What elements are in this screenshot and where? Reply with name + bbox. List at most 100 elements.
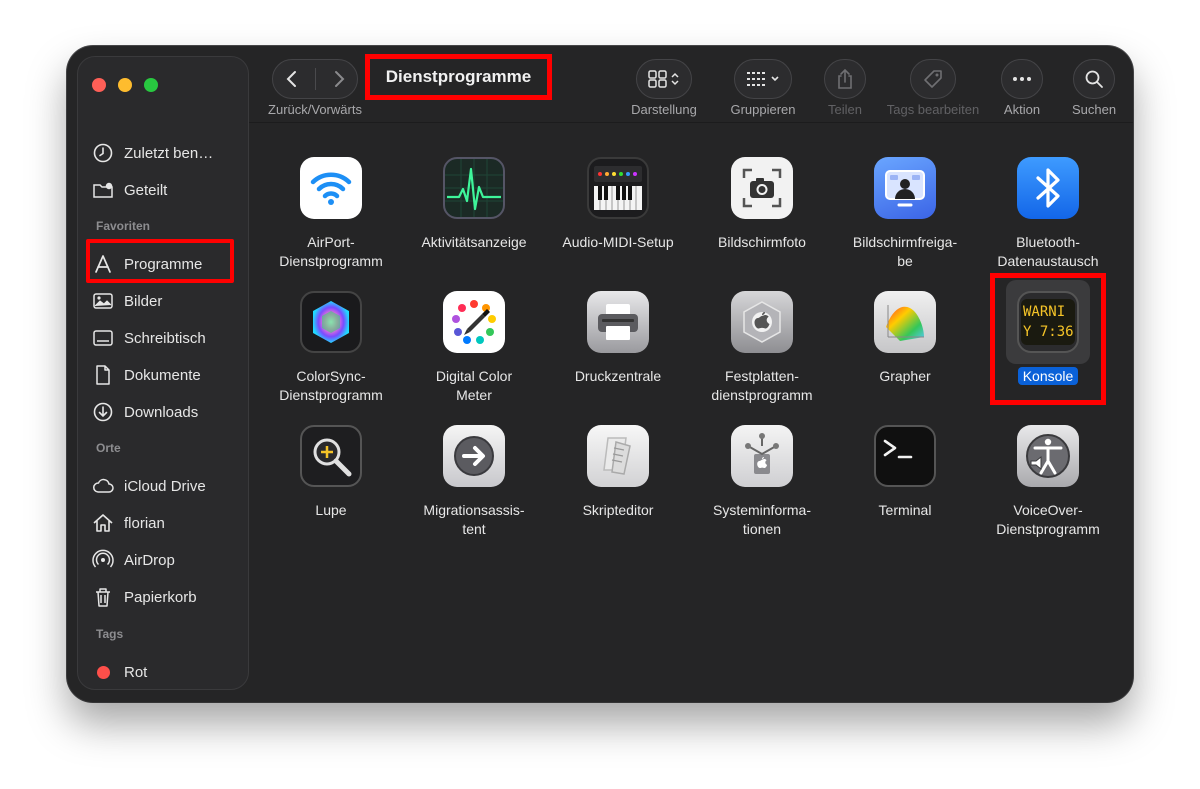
app-label-line1: Skripteditor xyxy=(582,502,654,518)
app-label-line1: Systeminforma- xyxy=(712,502,812,518)
programme-highlight-box xyxy=(86,239,234,283)
system-info-icon xyxy=(731,425,793,487)
red-tag-dot xyxy=(97,665,110,679)
app-label-line1: Digital Color xyxy=(435,368,513,384)
chevron-right-icon[interactable] xyxy=(332,70,346,88)
app-label-line1: Bluetooth- xyxy=(1016,234,1080,250)
bluetooth-icon xyxy=(1017,157,1079,219)
app-script-editor[interactable]: Skripteditor xyxy=(553,425,683,520)
sidebar-item-airdrop[interactable]: AirDrop xyxy=(90,545,240,575)
app-label-line2: Dienstprogramm xyxy=(279,253,383,269)
finder-window: Zuletzt ben… Geteilt Favoriten Programme… xyxy=(67,46,1133,702)
desktop-icon xyxy=(90,326,116,350)
app-label-line2: Datenaustausch xyxy=(997,253,1099,269)
download-icon xyxy=(90,400,116,424)
sidebar-item-label: Rot xyxy=(124,663,148,681)
app-label-line1: Migrationsassis- xyxy=(423,502,525,518)
sidebar-item-label: Bilder xyxy=(124,292,163,310)
app-label-line2: be xyxy=(897,253,913,269)
app-magnifier[interactable]: Lupe xyxy=(266,425,396,520)
close-window-button[interactable] xyxy=(92,78,106,92)
sidebar: Zuletzt ben… Geteilt Favoriten Programme… xyxy=(77,56,249,690)
window-title: Dienstprogramme xyxy=(365,54,552,100)
group-icon xyxy=(747,72,779,86)
app-screenshot[interactable]: Bildschirmfoto xyxy=(697,157,827,252)
sidebar-item-label: Schreibtisch xyxy=(124,329,206,347)
grid-view-icon xyxy=(648,70,679,88)
view-label: Darstellung xyxy=(631,102,697,117)
app-system-information[interactable]: Systeminforma-tionen xyxy=(697,425,827,539)
chevron-left-icon[interactable] xyxy=(285,70,299,88)
sidebar-item-label: Papierkorb xyxy=(124,588,197,606)
action-label: Aktion xyxy=(1003,102,1041,117)
action-button[interactable] xyxy=(1001,59,1043,99)
app-label-line2: tent xyxy=(462,521,486,537)
sidebar-item-label: iCloud Drive xyxy=(124,477,206,495)
trash-icon xyxy=(90,585,116,609)
sidebar-item-downloads[interactable]: Downloads xyxy=(90,397,240,427)
share-label: Teilen xyxy=(828,102,862,117)
magnifier-icon xyxy=(300,425,362,487)
app-label-line1: Terminal xyxy=(878,502,932,518)
app-terminal[interactable]: Terminal xyxy=(840,425,970,520)
app-label-line2: Dienstprogramm xyxy=(279,387,383,403)
app-label-line1: VoiceOver- xyxy=(1013,502,1083,518)
back-forward-control[interactable] xyxy=(272,59,358,99)
app-disk-utility[interactable]: Festplatten-dienstprogramm xyxy=(697,291,827,405)
sidebar-item-papierkorb[interactable]: Papierkorb xyxy=(90,582,240,612)
minimize-window-button[interactable] xyxy=(118,78,132,92)
nav-label: Zurück/Vorwärts xyxy=(268,102,362,117)
wifi-icon xyxy=(300,157,362,219)
clock-icon xyxy=(90,141,116,165)
app-voiceover-utility[interactable]: VoiceOver- Dienstprogramm xyxy=(983,425,1113,539)
airdrop-icon xyxy=(90,548,116,572)
sidebar-item-shared[interactable]: Geteilt xyxy=(90,175,240,205)
app-print-center[interactable]: Druckzentrale xyxy=(553,291,683,386)
sidebar-item-label: florian xyxy=(124,514,165,532)
app-label-line1: Grapher xyxy=(879,368,931,384)
app-label-line1: Bildschirmfreiga- xyxy=(852,234,958,250)
tag-icon xyxy=(924,70,942,88)
zoom-window-button[interactable] xyxy=(144,78,158,92)
app-activity-monitor[interactable]: Aktivitätsanzeige xyxy=(409,157,539,252)
sidebar-item-schreibtisch[interactable]: Schreibtisch xyxy=(90,323,240,353)
app-migration-assistant[interactable]: Migrationsassis-tent xyxy=(409,425,539,539)
app-screen-sharing[interactable]: Bildschirmfreiga-be xyxy=(840,157,970,271)
app-airport-utility[interactable]: AirPort- Dienstprogramm xyxy=(266,157,396,271)
search-icon xyxy=(1085,70,1103,88)
sidebar-item-home[interactable]: florian xyxy=(90,508,240,538)
sidebar-item-icloud-drive[interactable]: iCloud Drive xyxy=(90,471,240,501)
tags-section-title: Tags xyxy=(96,627,124,641)
locations-section-title: Orte xyxy=(96,441,121,455)
app-digital-color-meter[interactable]: Digital Color Meter xyxy=(409,291,539,405)
app-colorsync-utility[interactable]: ColorSync- Dienstprogramm xyxy=(266,291,396,405)
search-button[interactable] xyxy=(1073,59,1115,99)
color-meter-icon xyxy=(443,291,505,353)
migration-arrow-icon xyxy=(443,425,505,487)
app-label-line1: Aktivitätsanzeige xyxy=(421,234,527,250)
edit-tags-button[interactable] xyxy=(910,59,956,99)
disk-utility-icon xyxy=(731,291,793,353)
voiceover-icon xyxy=(1017,425,1079,487)
sidebar-item-dokumente[interactable]: Dokumente xyxy=(90,360,240,390)
sidebar-item-label: AirDrop xyxy=(124,551,175,569)
colorsync-icon xyxy=(300,291,362,353)
printer-icon xyxy=(587,291,649,353)
app-bluetooth-exchange[interactable]: Bluetooth- Datenaustausch xyxy=(983,157,1113,271)
app-label-line1: Bildschirmfoto xyxy=(718,234,806,250)
app-grapher[interactable]: Grapher xyxy=(840,291,970,386)
sidebar-item-tag-red[interactable]: Rot xyxy=(90,657,240,687)
cloud-icon xyxy=(90,474,116,498)
tags-label: Tags bearbeiten xyxy=(886,102,980,117)
group-button[interactable] xyxy=(734,59,792,99)
app-audio-midi-setup[interactable]: Audio-MIDI-Setup xyxy=(553,157,683,252)
sidebar-item-recents[interactable]: Zuletzt ben… xyxy=(90,138,240,168)
share-icon xyxy=(838,68,852,89)
app-label-line1: ColorSync- xyxy=(296,368,366,384)
view-mode-button[interactable] xyxy=(636,59,692,99)
sidebar-item-bilder[interactable]: Bilder xyxy=(90,286,240,316)
share-button[interactable] xyxy=(824,59,866,99)
app-label-line2: dienstprogramm xyxy=(711,387,813,403)
midi-keyboard-icon xyxy=(587,157,649,219)
script-editor-icon xyxy=(587,425,649,487)
